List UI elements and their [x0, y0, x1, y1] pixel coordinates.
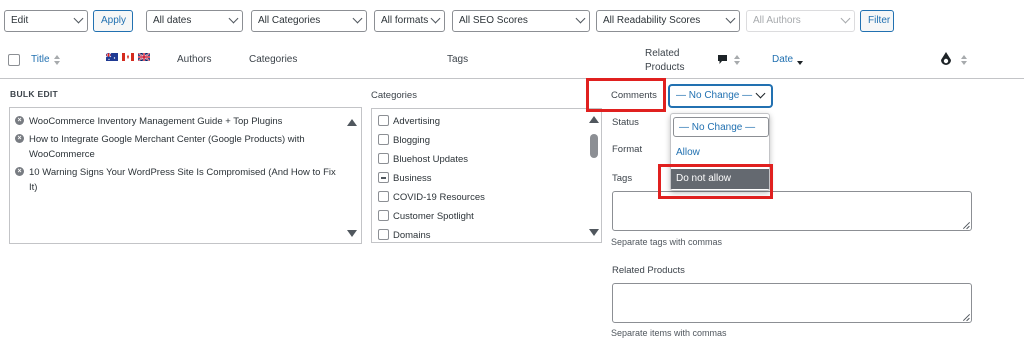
seo-drop-icon[interactable] — [940, 52, 952, 66]
category-label: Customer Spotlight — [393, 211, 474, 222]
related-products-textarea[interactable] — [612, 283, 972, 323]
category-label: Bluehost Updates — [393, 154, 468, 165]
categories-checklist[interactable]: Advertising Blogging Bluehost Updates Bu… — [371, 108, 602, 243]
date-sort-icon[interactable] — [797, 55, 804, 65]
category-label: Advertising — [393, 116, 440, 127]
category-checkbox[interactable] — [378, 134, 389, 145]
seo-score-filter-value: All SEO Scores — [459, 15, 528, 26]
post-title: How to Integrate Google Merchant Center … — [29, 134, 305, 160]
formats-filter-select[interactable]: All formats — [374, 10, 445, 32]
comments-select-value: — No Change — — [676, 90, 753, 101]
categories-column-header: Categories — [249, 54, 298, 65]
chevron-down-icon — [575, 13, 586, 24]
category-checkbox-indeterminate[interactable] — [378, 172, 389, 183]
related-products-header-line2: Products — [645, 62, 685, 73]
related-products-help-text: Separate items with commas — [611, 328, 727, 338]
remove-post-icon[interactable]: × — [15, 116, 24, 125]
option-allow[interactable]: Allow — [671, 143, 769, 163]
header-divider — [0, 78, 1024, 79]
category-checkbox[interactable] — [378, 153, 389, 164]
post-title: WooCommerce Inventory Management Guide +… — [29, 116, 283, 127]
related-products-column-header: Related Products — [645, 47, 684, 75]
category-label: COVID-19 Resources — [393, 192, 485, 203]
tags-column-header: Tags — [447, 54, 469, 65]
readability-filter-select[interactable]: All Readability Scores — [596, 10, 740, 32]
bulk-edit-heading: BULK EDIT — [10, 89, 59, 99]
selected-posts-list[interactable]: × WooCommerce Inventory Management Guide… — [9, 107, 362, 244]
comments-sort-icon[interactable] — [734, 55, 741, 65]
authors-column-header: Authors — [177, 54, 212, 65]
seo-score-filter-select[interactable]: All SEO Scores — [452, 10, 590, 32]
australia-flag-icon — [106, 53, 118, 61]
filter-button[interactable]: Filter — [860, 10, 894, 32]
dates-filter-select[interactable]: All dates — [146, 10, 243, 32]
remove-post-icon[interactable]: × — [15, 134, 24, 143]
apply-button[interactable]: Apply — [93, 10, 133, 32]
chevron-down-icon — [430, 13, 441, 24]
category-label: Business — [393, 173, 432, 184]
resize-grip-icon[interactable] — [963, 222, 970, 229]
resize-grip-icon[interactable] — [963, 314, 970, 321]
category-checkbox[interactable] — [378, 210, 389, 221]
bulk-action-value: Edit — [11, 15, 29, 26]
categories-filter-select[interactable]: All Categories — [251, 10, 367, 32]
scroll-down-icon[interactable] — [347, 230, 357, 237]
dates-filter-value: All dates — [153, 15, 192, 26]
chevron-down-icon — [73, 13, 84, 24]
authors-filter-select[interactable]: All Authors — [746, 10, 855, 32]
comments-select[interactable]: — No Change — — [669, 85, 772, 107]
list-item: × 10 Warning Signs Your WordPress Site I… — [15, 165, 345, 195]
related-products-header-line1: Related — [645, 48, 680, 59]
date-column-header[interactable]: Date — [772, 54, 793, 65]
list-item: × WooCommerce Inventory Management Guide… — [15, 114, 345, 129]
category-checkbox[interactable] — [378, 191, 389, 202]
list-item: × How to Integrate Google Merchant Cente… — [15, 132, 345, 162]
canada-flag-icon — [122, 53, 134, 61]
comments-highlight-box — [586, 78, 666, 112]
category-checkbox[interactable] — [378, 229, 389, 240]
scroll-up-icon[interactable] — [347, 119, 357, 126]
title-column-header[interactable]: Title — [31, 54, 50, 65]
tags-help-text: Separate tags with commas — [611, 237, 723, 247]
select-all-checkbox[interactable] — [8, 54, 20, 66]
authors-filter-value: All Authors — [753, 15, 801, 26]
option-no-change[interactable]: — No Change — — [673, 117, 769, 137]
chevron-down-icon — [755, 88, 766, 99]
format-label: Format — [612, 144, 643, 155]
chevron-down-icon — [725, 13, 736, 24]
category-label: Blogging — [393, 135, 430, 146]
category-checkbox[interactable] — [378, 115, 389, 126]
scroll-up-icon[interactable] — [589, 116, 599, 123]
status-label: Status — [612, 117, 639, 128]
post-title: 10 Warning Signs Your WordPress Site Is … — [29, 167, 336, 193]
chevron-down-icon — [352, 13, 363, 24]
scroll-down-icon[interactable] — [589, 229, 599, 236]
categories-filter-value: All Categories — [258, 15, 321, 26]
tags-label: Tags — [612, 173, 633, 184]
do-not-allow-highlight-box — [658, 164, 773, 199]
title-sort-icon[interactable] — [54, 55, 61, 65]
categories-label: Categories — [371, 90, 417, 101]
chevron-down-icon — [228, 13, 239, 24]
bulk-action-select[interactable]: Edit — [4, 10, 88, 32]
readability-filter-value: All Readability Scores — [603, 15, 701, 26]
uk-flag-icon — [138, 53, 150, 61]
seo-sort-icon[interactable] — [961, 55, 968, 65]
remove-post-icon[interactable]: × — [15, 167, 24, 176]
chevron-down-icon — [840, 13, 851, 24]
comment-bubble-icon[interactable] — [717, 54, 728, 65]
scrollbar-thumb[interactable] — [590, 134, 598, 158]
formats-filter-value: All formats — [381, 15, 429, 26]
related-products-label: Related Products — [612, 265, 685, 276]
category-label: Domains — [393, 230, 431, 241]
